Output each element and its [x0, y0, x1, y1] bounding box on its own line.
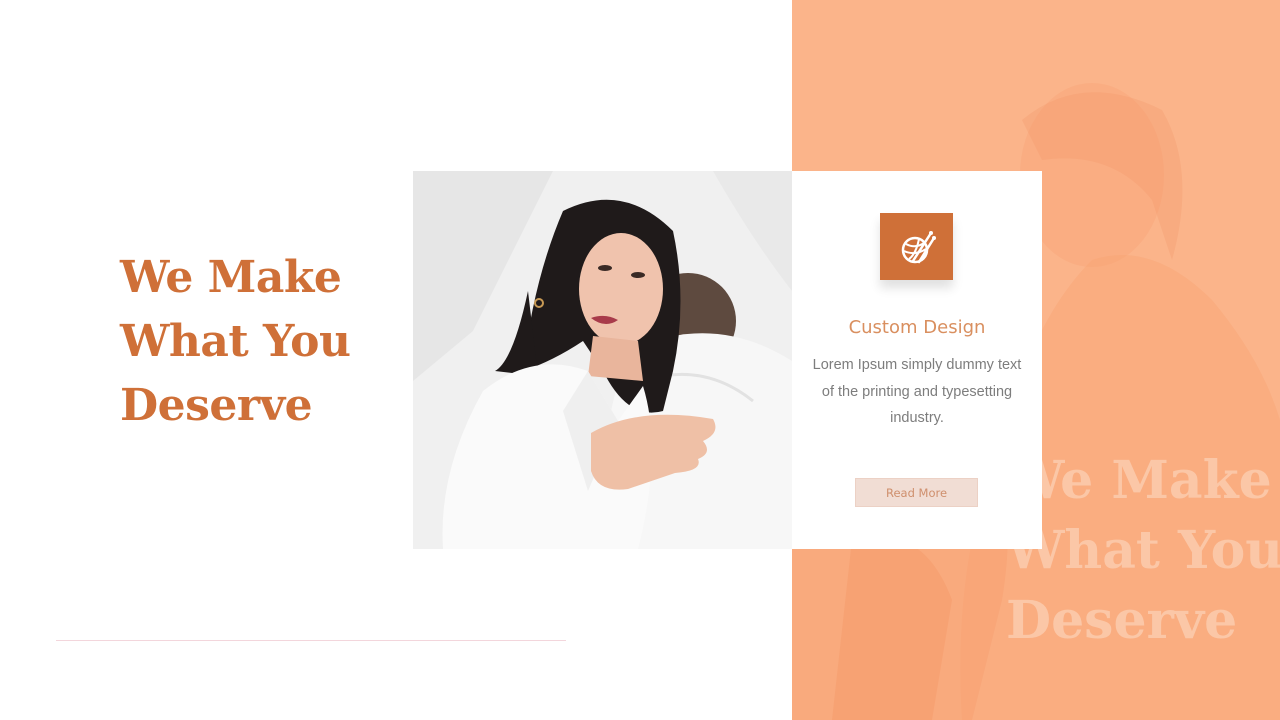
watermark-line-3: Deserve	[1006, 590, 1238, 651]
service-card: Custom Design Lorem Ipsum simply dummy t…	[792, 171, 1042, 549]
watermark-line-1: We Make	[1006, 450, 1272, 511]
page-title: We Make What You Deserve	[120, 246, 400, 438]
headline-line-2: What You	[120, 316, 351, 367]
read-more-button[interactable]: Read More	[855, 478, 978, 507]
card-title: Custom Design	[848, 317, 986, 338]
divider-line	[56, 640, 566, 641]
headline-line-1: We Make	[120, 252, 342, 303]
card-description: Lorem Ipsum simply dummy text of the pri…	[812, 357, 1022, 426]
watermark-text: We Make What You Deserve	[1006, 446, 1280, 656]
couple-photo	[413, 171, 792, 549]
knitting-yarn-icon	[901, 230, 936, 263]
card-icon-box	[880, 213, 953, 280]
watermark-line-2: What You	[1006, 520, 1280, 581]
headline-line-3: Deserve	[120, 380, 313, 431]
couple-photo-illustration	[413, 171, 792, 549]
